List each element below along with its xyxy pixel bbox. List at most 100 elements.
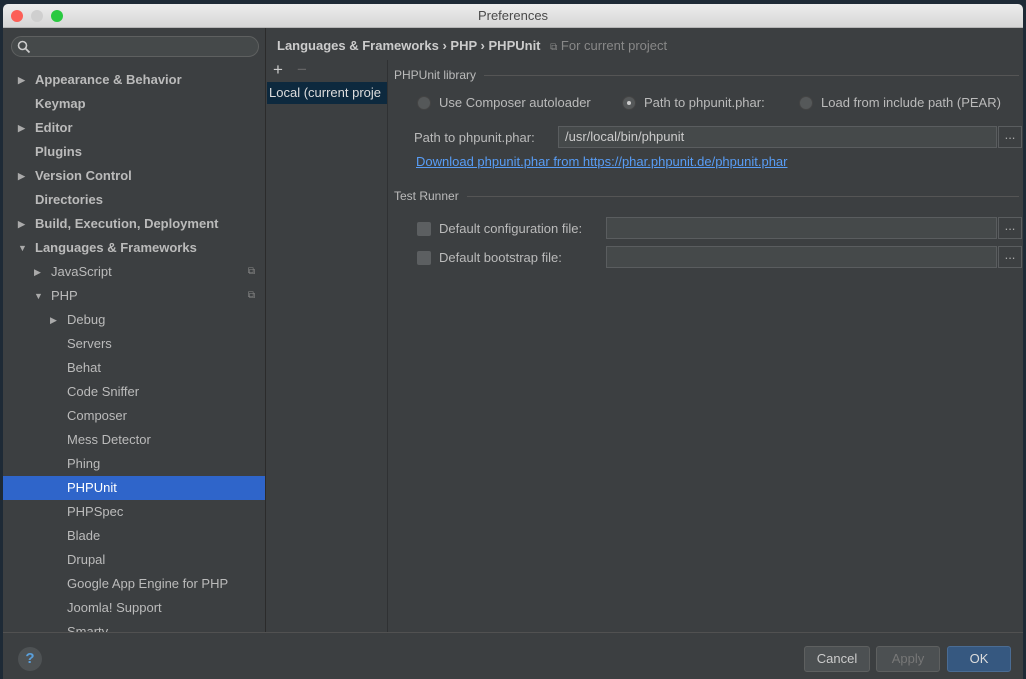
settings-search-input[interactable] — [11, 36, 259, 57]
checkbox-label: Default configuration file: — [439, 221, 583, 236]
minimize-window-button[interactable] — [31, 10, 43, 22]
library-section-header: PHPUnit library — [394, 68, 1019, 82]
config-file-input[interactable] — [606, 217, 997, 239]
sidebar-item-label: Behat — [67, 360, 101, 375]
sidebar-item-label: PHP — [51, 288, 78, 303]
sidebar-item[interactable]: Blade — [3, 524, 265, 548]
sidebar-item[interactable]: ▼ Languages & Frameworks — [3, 236, 265, 260]
breadcrumb-separator: › — [480, 38, 485, 53]
sidebar-item-label: PHPUnit — [67, 480, 117, 495]
sidebar-item[interactable]: Mess Detector — [3, 428, 265, 452]
sidebar-item-label: Servers — [67, 336, 112, 351]
chevron-right-icon[interactable]: ▶ — [50, 308, 57, 332]
breadcrumb-item: PHPUnit — [488, 38, 541, 53]
sidebar-item-label: Plugins — [35, 144, 82, 159]
sidebar-item-label: Debug — [67, 312, 106, 327]
sidebar-item[interactable]: Plugins — [3, 140, 265, 164]
ok-button[interactable]: OK — [947, 646, 1011, 672]
help-button[interactable]: ? — [18, 647, 42, 671]
sidebar-item-label: Phing — [67, 456, 101, 471]
chevron-down-icon[interactable]: ▼ — [18, 236, 27, 260]
browse-config-button[interactable]: ... — [998, 217, 1022, 239]
radio-composer-autoloader[interactable]: Use Composer autoloader — [417, 95, 591, 110]
sidebar-item[interactable]: ▶ Editor — [3, 116, 265, 140]
breadcrumb-separator: › — [442, 38, 447, 53]
section-title: Test Runner — [394, 189, 459, 203]
sidebar-item[interactable]: Code Sniffer — [3, 380, 265, 404]
cancel-button[interactable]: Cancel — [804, 646, 870, 672]
breadcrumb: Languages & Frameworks › PHP › PHPUnit ⧉… — [277, 38, 667, 53]
sidebar-item-label: Appearance & Behavior — [35, 72, 182, 87]
sidebar-item[interactable]: Composer — [3, 404, 265, 428]
chevron-right-icon[interactable]: ▶ — [18, 164, 25, 188]
project-scope-icon: ⧉ — [247, 266, 255, 277]
project-scope-icon: ⧉ — [550, 42, 558, 53]
add-icon[interactable]: + — [273, 60, 283, 80]
sidebar-item-label: Version Control — [35, 168, 132, 183]
sidebar-item-label: JavaScript — [51, 264, 112, 279]
sidebar-item[interactable]: Phing — [3, 452, 265, 476]
sidebar-item[interactable]: ▼ PHP ⧉ — [3, 284, 265, 308]
settings-tree: ▶ Appearance & Behavior Keymap ▶ Editor Plugi… — [3, 68, 265, 644]
phpunit-path-input[interactable]: /usr/local/bin/phpunit — [558, 126, 997, 148]
sidebar-item-label: Composer — [67, 408, 127, 423]
sidebar-item[interactable]: Servers — [3, 332, 265, 356]
sidebar-item[interactable]: Google App Engine for PHP — [3, 572, 265, 596]
sidebar-item[interactable]: ▶ Appearance & Behavior — [3, 68, 265, 92]
sidebar-item[interactable]: Joomla! Support — [3, 596, 265, 620]
chevron-right-icon[interactable]: ▶ — [18, 68, 25, 92]
sidebar-item[interactable]: Behat — [3, 356, 265, 380]
sidebar-item[interactable]: Directories — [3, 188, 265, 212]
download-phpunit-link[interactable]: Download phpunit.phar from https://phar.… — [416, 154, 787, 169]
close-window-button[interactable] — [11, 10, 23, 22]
sidebar-item[interactable]: Keymap — [3, 92, 265, 116]
chevron-right-icon[interactable]: ▶ — [18, 116, 25, 140]
radio-label: Path to phpunit.phar: — [644, 95, 765, 110]
sidebar-item-label: Joomla! Support — [67, 600, 162, 615]
sidebar-item-label: Build, Execution, Deployment — [35, 216, 219, 231]
browse-bootstrap-button[interactable]: ... — [998, 246, 1022, 268]
project-scope-note: For current project — [560, 38, 668, 53]
sidebar-item-label: Code Sniffer — [67, 384, 140, 399]
preferences-window: Preferences ▶ Appearance & Behavior Keymap… — [3, 4, 1023, 679]
sidebar-item-label: Keymap — [35, 96, 86, 111]
radio-selected-icon — [622, 95, 636, 110]
sidebar-item-label: Languages & Frameworks — [35, 240, 197, 255]
chevron-down-icon[interactable]: ▼ — [34, 284, 43, 308]
sidebar-item-label: Mess Detector — [67, 432, 151, 447]
interpreter-list-panel: + − Local (current proje — [267, 60, 388, 632]
default-bootstrap-checkbox[interactable]: Default bootstrap file: — [417, 250, 562, 265]
radio-include-path[interactable]: Load from include path (PEAR) — [799, 95, 1001, 110]
sidebar-item[interactable]: ▶ Version Control — [3, 164, 265, 188]
radio-phpunit-phar[interactable]: Path to phpunit.phar: — [622, 95, 765, 110]
sidebar-item[interactable]: PHPUnit — [3, 476, 265, 500]
radio-label: Load from include path (PEAR) — [821, 95, 1001, 110]
interpreter-item[interactable]: Local (current proje — [267, 82, 387, 104]
sidebar-item[interactable]: ▶ Build, Execution, Deployment — [3, 212, 265, 236]
default-config-checkbox[interactable]: Default configuration file: — [417, 221, 582, 236]
radio-icon — [799, 95, 813, 110]
sidebar-item[interactable]: ▶ Debug — [3, 308, 265, 332]
sidebar-item[interactable]: ▶ JavaScript ⧉ — [3, 260, 265, 284]
browse-path-button[interactable]: ... — [998, 126, 1022, 148]
sidebar-item-label: Blade — [67, 528, 101, 543]
sidebar-item-label: PHPSpec — [67, 504, 124, 519]
runner-section-header: Test Runner — [394, 189, 1019, 203]
checkbox-label: Default bootstrap file: — [439, 250, 562, 265]
sidebar-item[interactable]: Drupal — [3, 548, 265, 572]
chevron-right-icon[interactable]: ▶ — [34, 260, 41, 284]
breadcrumb-item[interactable]: PHP — [450, 38, 477, 53]
window-title: Preferences — [477, 8, 549, 23]
apply-button[interactable]: Apply — [876, 646, 940, 672]
sidebar-item-label: Editor — [35, 120, 73, 135]
sidebar-item-label: Drupal — [67, 552, 106, 567]
remove-icon[interactable]: − — [297, 60, 307, 80]
breadcrumb-item[interactable]: Languages & Frameworks — [277, 38, 439, 53]
radio-icon — [417, 95, 431, 110]
chevron-right-icon[interactable]: ▶ — [18, 212, 25, 236]
bootstrap-file-input[interactable] — [606, 246, 997, 268]
maximize-window-button[interactable] — [51, 10, 63, 22]
sidebar-item-label: Google App Engine for PHP — [67, 576, 229, 591]
checkbox-icon — [417, 221, 431, 236]
sidebar-item[interactable]: PHPSpec — [3, 500, 265, 524]
